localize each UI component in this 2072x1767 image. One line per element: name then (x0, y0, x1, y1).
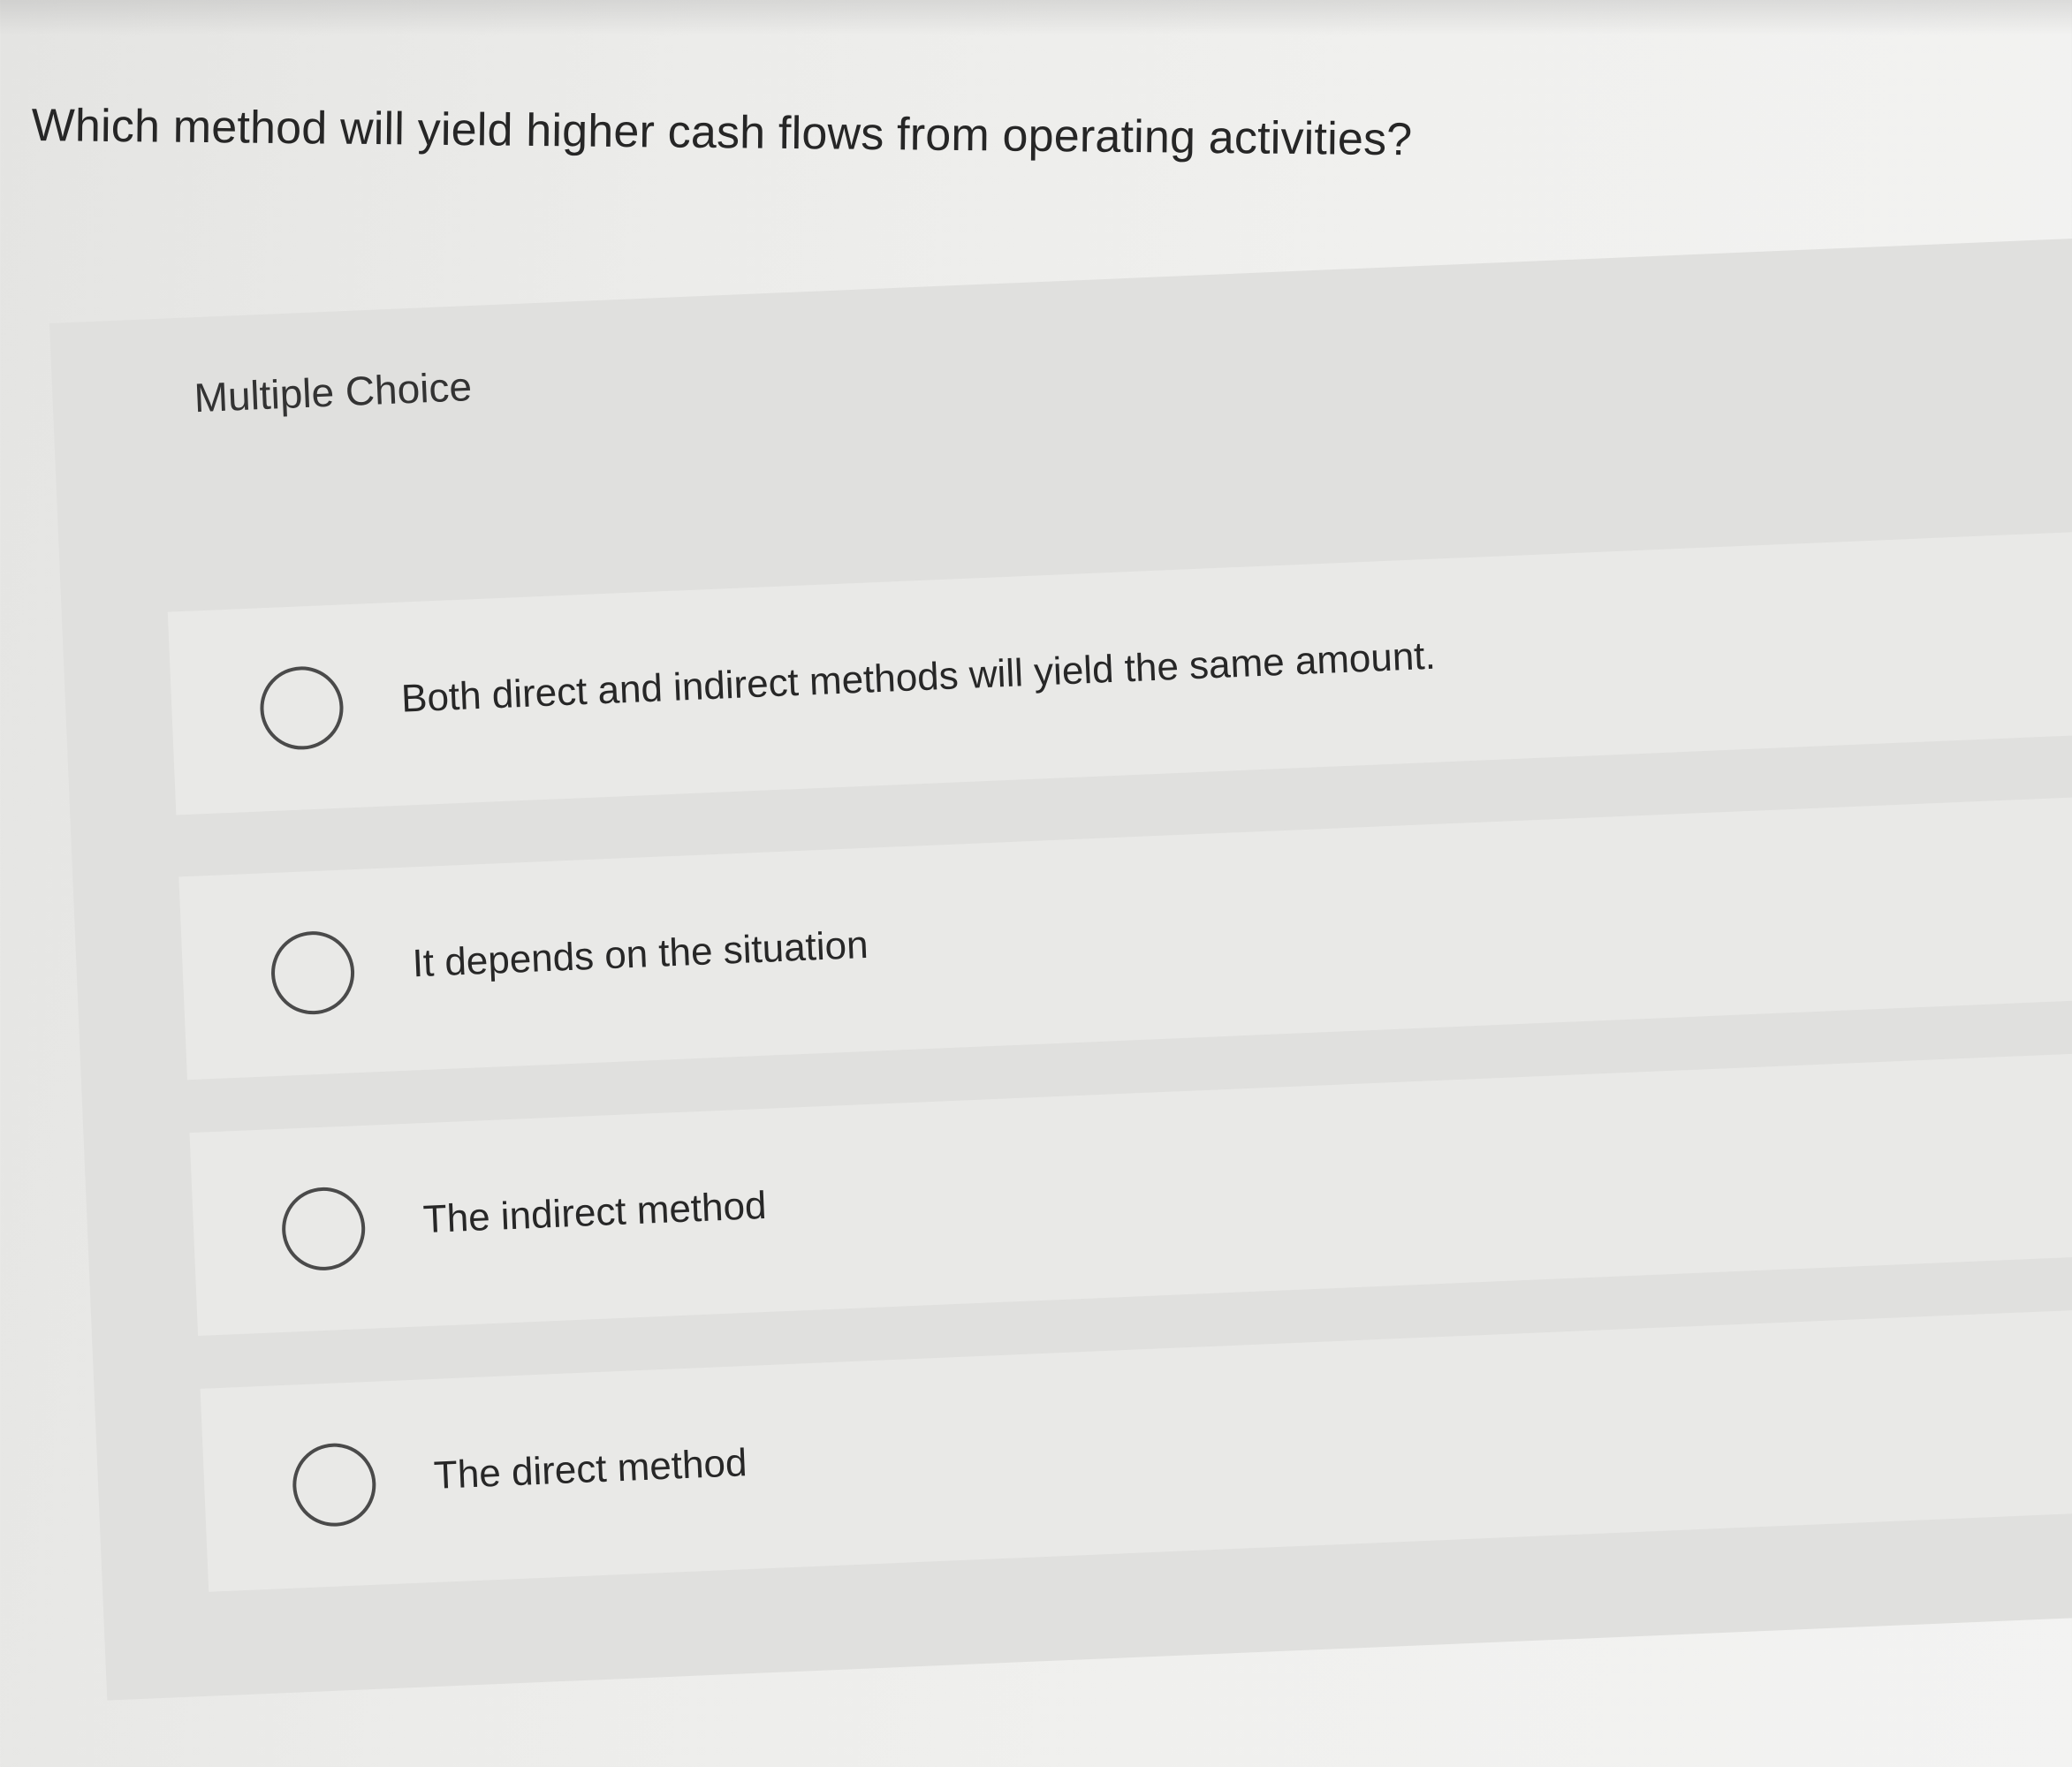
question-text: Which method will yield higher cash flow… (31, 99, 1413, 166)
choice-option-3[interactable]: The indirect method (189, 1051, 2072, 1336)
radio-unchecked-icon[interactable] (258, 664, 345, 752)
choice-option-label: Both direct and indirect methods will yi… (400, 633, 1437, 721)
multiple-choice-panel: Multiple Choice Both direct and indirect… (49, 234, 2072, 1701)
choice-option-4[interactable]: The direct method (200, 1307, 2072, 1592)
multiple-choice-label: Multiple Choice (193, 363, 473, 421)
choice-option-label: It depends on the situation (411, 922, 869, 986)
choice-option-label: The indirect method (421, 1183, 768, 1242)
choice-option-1[interactable]: Both direct and indirect methods will yi… (167, 530, 2072, 815)
radio-unchecked-icon[interactable] (291, 1441, 378, 1528)
radio-unchecked-icon[interactable] (269, 929, 356, 1017)
choice-option-label: The direct method (432, 1441, 748, 1498)
choice-option-2[interactable]: It depends on the situation (178, 795, 2072, 1081)
screen-top-shadow (0, 0, 2072, 35)
radio-unchecked-icon[interactable] (280, 1185, 368, 1272)
